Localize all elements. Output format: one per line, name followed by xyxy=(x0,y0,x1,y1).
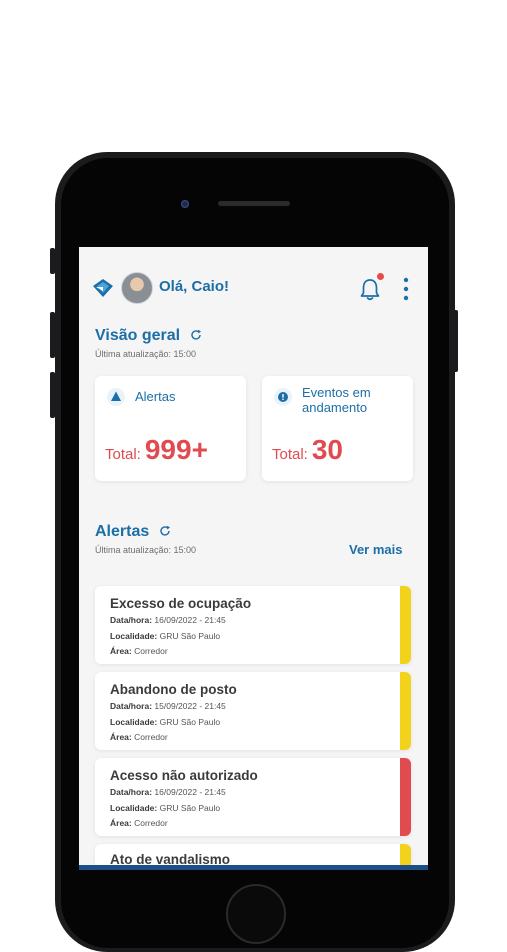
card-icon-bg xyxy=(274,388,292,406)
severity-bar xyxy=(400,672,411,750)
area-value: Corredor xyxy=(134,646,168,656)
warning-triangle-icon xyxy=(111,391,121,401)
total-value: 30 xyxy=(311,434,344,465)
alerts-summary-card[interactable]: Alertas Total: 999+ xyxy=(95,376,246,481)
alert-location: Localidade: GRU São Paulo xyxy=(110,631,220,641)
alert-location: Localidade: GRU São Paulo xyxy=(110,803,220,813)
area-label: Área: xyxy=(110,732,132,742)
mute-switch xyxy=(50,248,55,274)
bell-icon[interactable] xyxy=(359,277,381,301)
alert-card[interactable]: Excesso de ocupação Data/hora: 16/09/202… xyxy=(95,586,411,664)
location-label: Localidade: xyxy=(110,717,158,727)
alert-card[interactable]: Acesso não autorizado Data/hora: 16/09/2… xyxy=(95,758,411,836)
power-button xyxy=(453,310,458,372)
alert-title: Abandono de posto xyxy=(110,682,237,697)
datetime-label: Data/hora: xyxy=(110,615,153,625)
events-card-total: Total: 30 xyxy=(272,434,343,466)
datetime-value: 16/09/2022 - 21:45 xyxy=(154,787,226,797)
diamond-logo-icon xyxy=(93,279,113,297)
datetime-value: 16/09/2022 - 21:45 xyxy=(154,615,226,625)
info-circle-icon xyxy=(278,392,288,402)
earpiece-speaker xyxy=(218,201,290,206)
greeting-text: Olá, Caio! xyxy=(159,278,230,295)
area-value: Corredor xyxy=(134,732,168,742)
overview-title-text: Visão geral xyxy=(95,327,181,344)
total-label: Total: xyxy=(105,446,141,463)
events-card-title-line1: Eventos em xyxy=(302,385,371,400)
alert-title: Acesso não autorizado xyxy=(110,768,258,783)
alert-datetime: Data/hora: 16/09/2022 - 21:45 xyxy=(110,615,226,625)
app-header: Olá, Caio! xyxy=(79,269,428,307)
location-label: Localidade: xyxy=(110,803,158,813)
overview-title: Visão geral xyxy=(95,327,202,345)
alerts-title-text: Alertas xyxy=(95,523,150,540)
severity-bar xyxy=(400,758,411,836)
card-icon-bg xyxy=(107,388,125,406)
alerts-card-title: Alertas xyxy=(135,389,176,404)
area-value: Corredor xyxy=(134,818,168,828)
alerts-section-title: Alertas xyxy=(95,523,171,541)
events-card-title-line2: andamento xyxy=(302,400,368,415)
home-button[interactable] xyxy=(226,884,286,944)
alert-datetime: Data/hora: 15/09/2022 - 21:45 xyxy=(110,701,226,711)
area-label: Área: xyxy=(110,646,132,656)
avatar[interactable] xyxy=(121,272,153,304)
location-value: GRU São Paulo xyxy=(159,631,221,641)
alert-location: Localidade: GRU São Paulo xyxy=(110,717,220,727)
location-value: GRU São Paulo xyxy=(159,717,221,727)
alert-card[interactable]: Abandono de posto Data/hora: 15/09/2022 … xyxy=(95,672,411,750)
datetime-label: Data/hora: xyxy=(110,701,153,711)
alert-title: Excesso de ocupação xyxy=(110,596,252,611)
refresh-icon[interactable] xyxy=(159,525,171,537)
bottom-nav-bar xyxy=(79,865,428,870)
area-label: Área: xyxy=(110,818,132,828)
front-camera xyxy=(181,200,189,208)
alerts-updated: Última atualização: 15:00 xyxy=(95,545,197,555)
see-more-link[interactable]: Ver mais xyxy=(349,542,403,557)
volume-up-button xyxy=(50,312,55,358)
total-label: Total: xyxy=(272,446,308,463)
severity-bar xyxy=(400,586,411,664)
app-screen: Olá, Caio! Visão geral Última atualizaçã… xyxy=(79,247,428,870)
alert-area: Área: Corredor xyxy=(110,732,168,742)
location-value: GRU São Paulo xyxy=(159,803,221,813)
events-card-title: Eventos em andamento xyxy=(302,385,371,415)
alerts-card-total: Total: 999+ xyxy=(105,434,208,466)
overview-updated: Última atualização: 15:00 xyxy=(95,349,197,359)
alert-datetime: Data/hora: 16/09/2022 - 21:45 xyxy=(110,787,226,797)
kebab-menu-icon[interactable] xyxy=(403,277,409,301)
events-summary-card[interactable]: Eventos em andamento Total: 30 xyxy=(262,376,413,481)
volume-down-button xyxy=(50,372,55,418)
datetime-value: 15/09/2022 - 21:45 xyxy=(154,701,226,711)
total-value: 999+ xyxy=(144,434,208,465)
datetime-label: Data/hora: xyxy=(110,787,153,797)
refresh-icon[interactable] xyxy=(190,329,202,341)
location-label: Localidade: xyxy=(110,631,158,641)
notification-dot xyxy=(377,273,384,280)
alert-area: Área: Corredor xyxy=(110,818,168,828)
alert-area: Área: Corredor xyxy=(110,646,168,656)
